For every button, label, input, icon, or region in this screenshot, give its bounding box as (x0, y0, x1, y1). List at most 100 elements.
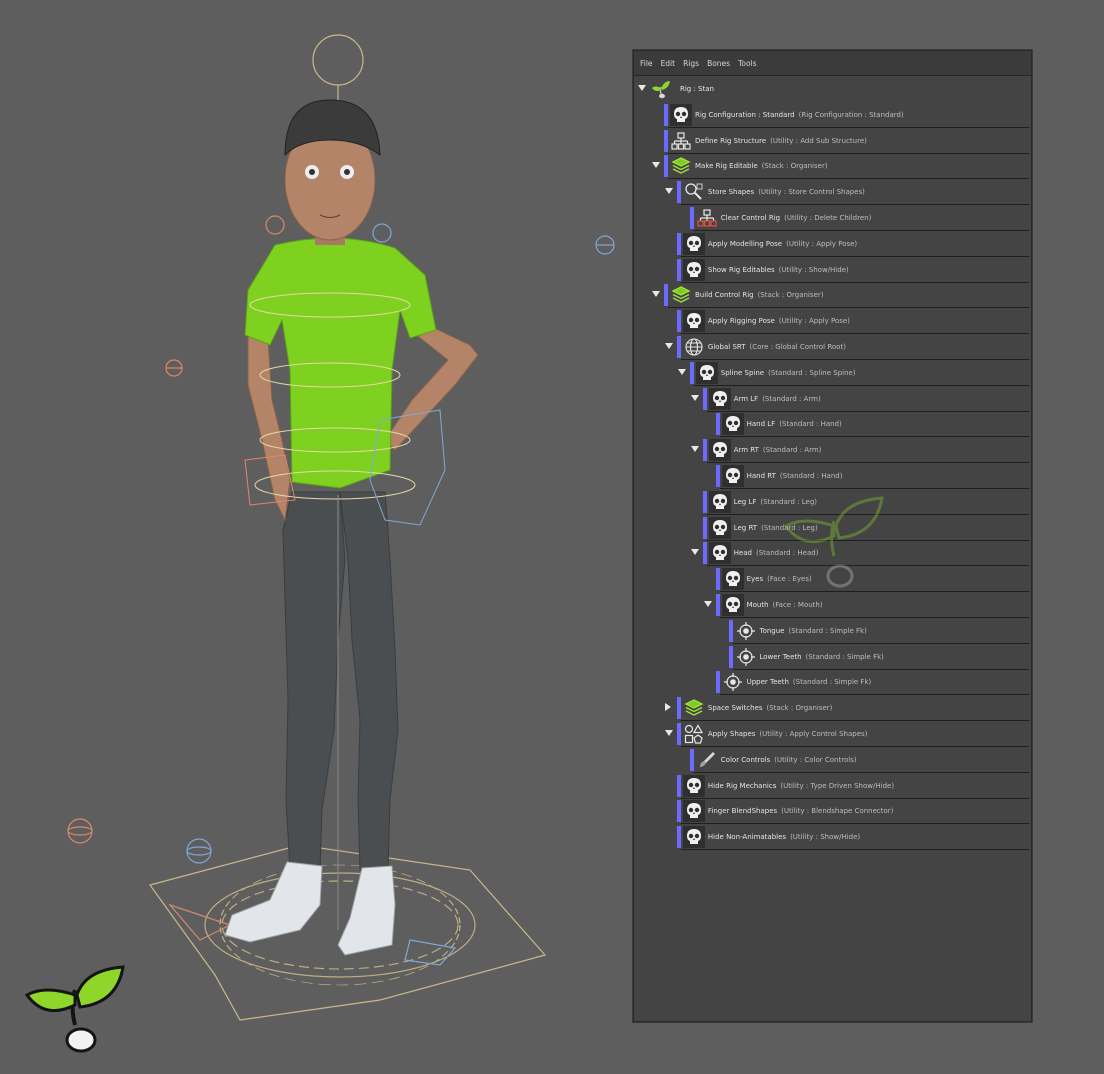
tree-row-type: (Standard : Hand) (779, 472, 843, 480)
tree-row[interactable]: Clear Control Rig (Utility : Delete Child… (634, 206, 1029, 231)
tree-row-body: Rig : Stan (648, 77, 1029, 101)
tree-row[interactable]: Arm LF (Standard : Arm) (634, 387, 1029, 412)
shapes-apply-icon (683, 723, 705, 745)
3d-viewport[interactable] (0, 0, 620, 1070)
expand-arrow-icon[interactable] (690, 394, 699, 401)
menu-bones[interactable]: Bones (707, 59, 730, 68)
expand-arrow-icon[interactable] (638, 85, 646, 91)
tree-row-name: Spline Spine (720, 368, 765, 377)
expand-arrow-icon[interactable] (664, 343, 673, 349)
tree-row[interactable]: Spline Spine (Standard : Spline Spine) (634, 361, 1029, 386)
tree-row[interactable]: Make Rig Editable (Stack : Organiser) (634, 154, 1029, 180)
expand-arrow-icon[interactable] (690, 446, 699, 453)
tree-row[interactable]: Rig Configuration : Standard (Rig Configu… (634, 103, 1029, 128)
app-logo (24, 965, 125, 1053)
target-icon (722, 671, 744, 693)
tree-row-name: Head (733, 549, 752, 558)
tree-row-name: Global SRT (707, 343, 746, 351)
skull-icon (670, 103, 692, 126)
tree-row-type: (Utility : Store Control Shapes) (758, 188, 865, 197)
tree-row-body: Apply Rigging Pose (Utility : Apply Pose) (680, 309, 1029, 335)
menu-bar: File Edit Rigs Bones Tools (634, 51, 1031, 76)
tree-row-type: (Utility : Show/Hide) (778, 265, 849, 274)
skull-icon (708, 439, 731, 462)
tree-row[interactable]: Hand LF (Standard : Hand) (634, 412, 1029, 438)
menu-edit[interactable]: Edit (661, 59, 676, 68)
skull-icon (682, 310, 705, 333)
tree-row[interactable]: Show Rig Editables (Utility : Show/Hide) (634, 258, 1029, 283)
skull-icon (721, 594, 744, 616)
tree-row-name: Show Rig Editables (707, 265, 775, 274)
expand-arrow-icon[interactable] (664, 730, 673, 736)
tree-row[interactable]: Apply Modelling Pose (Utility : Apply Pos… (634, 232, 1029, 257)
tree-row[interactable]: Space Switches (Stack : Organiser) (634, 696, 1029, 722)
tree-row-body: Mouth (Face : Mouth) (719, 593, 1029, 618)
tree-row[interactable]: Hide Non-Animatables (Utility : Show/Hide… (634, 825, 1029, 851)
skull-icon (708, 516, 731, 539)
tree-row-name: Hide Non-Animatables (707, 833, 787, 842)
tree-row[interactable]: Hand RT (Standard : Hand) (634, 464, 1029, 489)
globe-icon (683, 336, 705, 358)
menu-tools[interactable]: Tools (738, 59, 756, 68)
tree-row-name: Rig Configuration : Standard (695, 110, 795, 119)
menu-rigs[interactable]: Rigs (683, 59, 699, 68)
tree-row[interactable]: Upper Teeth (Standard : Simple Fk) (634, 670, 1029, 696)
shoes (224, 861, 396, 956)
tree-row-type: (Core : Global Control Root) (749, 343, 846, 351)
rig-panel: File Edit Rigs Bones Tools Rig : Stan Rig… (633, 50, 1032, 1022)
tree-row[interactable]: Tongue (Standard : Simple Fk) (634, 619, 1029, 644)
tree-row[interactable]: Hide Rig Mechanics (Utility : Type Driven… (634, 774, 1029, 799)
tree-row[interactable]: Apply Shapes (Utility : Apply Control Sha… (634, 722, 1029, 747)
tree-row-body: Show Rig Editables (Utility : Show/Hide) (680, 258, 1029, 283)
target-icon (735, 646, 757, 668)
menu-file[interactable]: File (640, 59, 653, 68)
expand-arrow-icon[interactable] (652, 291, 660, 298)
stack-icon (670, 284, 692, 306)
tree-row-type: (Standard : Spline Spine) (768, 368, 856, 377)
expand-arrow-icon[interactable] (664, 188, 673, 195)
tree-row[interactable]: Color Controls (Utility : Color Controls) (634, 748, 1029, 773)
tree-row[interactable]: Apply Rigging Pose (Utility : Apply Pose) (634, 309, 1029, 335)
expand-arrow-icon[interactable] (703, 601, 712, 607)
tree-row-name: Hand RT (746, 472, 776, 480)
tree-row[interactable]: Global SRT (Core : Global Control Root) (634, 335, 1029, 360)
tree-row-body: Apply Modelling Pose (Utility : Apply Pos… (680, 232, 1029, 257)
tree-row[interactable]: Define Rig Structure (Utility : Add Sub S… (634, 129, 1029, 154)
tree-row-body: Hand RT (Standard : Hand) (719, 464, 1029, 489)
tree-row-type: (Stack : Organiser) (766, 704, 833, 713)
tree-row-type: (Standard : Arm) (762, 394, 821, 403)
tree-row-body: Lower Teeth (Standard : Simple Fk) (732, 645, 1029, 670)
tree-row-name: Store Shapes (707, 188, 755, 197)
skull-icon (721, 465, 744, 487)
tree-row[interactable]: Store Shapes (Utility : Store Control Sha… (634, 180, 1029, 206)
tree-row-body: Make Rig Editable (Stack : Organiser) (668, 154, 1029, 180)
tree-row[interactable]: Arm RT (Standard : Arm) (634, 438, 1029, 464)
tree-row[interactable]: Lower Teeth (Standard : Simple Fk) (634, 645, 1029, 670)
expand-arrow-icon[interactable] (677, 368, 686, 375)
tree-row-type: (Standard : Arm) (762, 446, 822, 455)
tree-row[interactable]: Mouth (Face : Mouth) (634, 593, 1029, 618)
tree-row-body: Tongue (Standard : Simple Fk) (732, 619, 1029, 644)
tree-row-name: Leg RT (733, 523, 758, 532)
skull-icon (682, 800, 705, 823)
tree-row-name: Mouth (746, 601, 769, 609)
tree-row[interactable]: Rig : Stan (634, 77, 1029, 101)
tree-row-name: Leg LF (733, 497, 757, 506)
expand-arrow-icon[interactable] (690, 549, 699, 556)
tree-row-type: (Utility : Add Sub Structure) (770, 136, 867, 145)
tree-row-name: Apply Rigging Pose (707, 317, 775, 326)
tree-row-name: Finger BlendShapes (707, 807, 778, 816)
tree-row-body: Space Switches (Stack : Organiser) (680, 696, 1029, 722)
tree-row[interactable]: Finger BlendShapes (Utility : Blendshape … (634, 799, 1029, 825)
tree-row[interactable]: Build Control Rig (Stack : Organiser) (634, 283, 1029, 309)
collapse-arrow-icon[interactable] (664, 703, 671, 712)
tree-row-type: (Standard : Hand) (779, 420, 842, 429)
head (284, 99, 381, 245)
skull-icon (695, 361, 718, 384)
tree-row-type: (Standard : Simple Fk) (792, 678, 872, 687)
tree-row-body: Spline Spine (Standard : Spline Spine) (693, 361, 1029, 386)
stack-icon (670, 155, 692, 177)
hierarchy-icon (670, 130, 692, 152)
expand-arrow-icon[interactable] (652, 162, 660, 169)
tree-row-type: (Utility : Apply Control Shapes) (759, 730, 868, 738)
